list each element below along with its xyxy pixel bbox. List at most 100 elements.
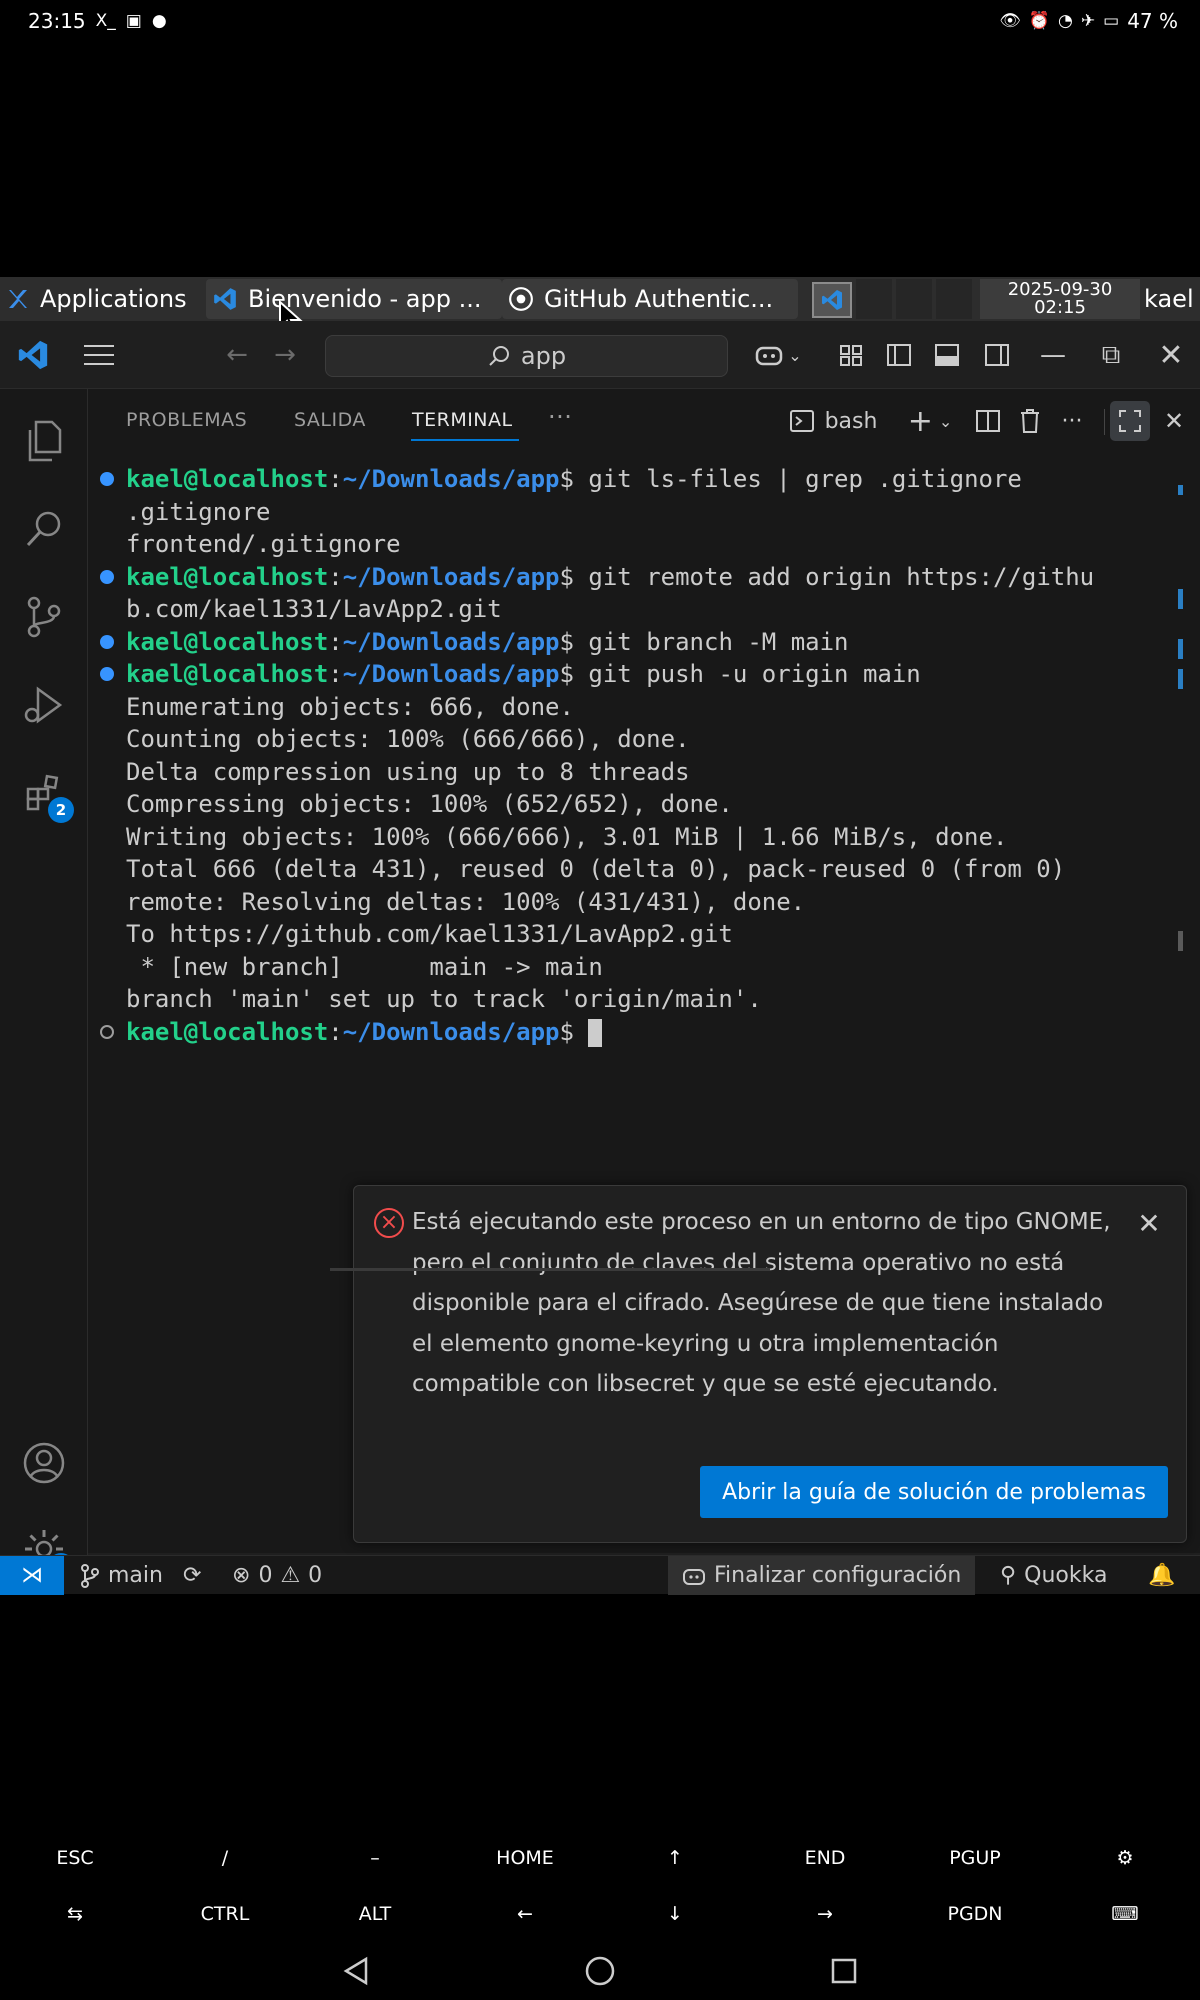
prompt-user: kael@localhost [126,660,329,688]
panel-more-button[interactable]: ··· [548,403,572,431]
extra-key[interactable]: / [150,1830,300,1886]
prompt-separator: : [328,627,343,656]
nav-home-button[interactable] [560,1942,640,2000]
restore-button[interactable]: ⧉ [1096,321,1126,389]
minimize-button[interactable]: — [1038,321,1068,389]
terminal-cursor [588,1018,603,1047]
extra-key[interactable]: HOME [450,1830,600,1886]
terminal-command-line: kael@localhost:~/Downloads/app$ git bran… [126,626,849,658]
workspace-slot[interactable] [896,279,932,319]
arrow-right-icon: → [274,340,296,370]
prompt-dollar: $ [559,1017,574,1046]
close-panel-button[interactable]: ✕ [1154,389,1194,453]
new-terminal-button[interactable]: + ⌄ [900,389,960,453]
command-status-dot[interactable] [100,667,114,681]
vscode-icon [822,290,842,310]
extra-key[interactable]: PGDN [900,1886,1050,1942]
prompt-dollar: $ [559,562,574,591]
desktop-taskbar: Applications Bienvenido - app ... GitHub… [0,277,1200,321]
extra-key[interactable]: PGUP [900,1830,1050,1886]
extra-key[interactable]: ← [450,1886,600,1942]
extensions-button[interactable]: 2 [0,753,88,833]
explorer-button[interactable] [0,401,88,481]
customize-layout-button[interactable] [836,321,866,389]
nav-recents-button[interactable] [804,1942,884,2000]
troubleshoot-guide-button[interactable]: Abrir la guía de solución de problemas [700,1466,1168,1518]
toggle-primary-sidebar-button[interactable] [884,321,914,389]
command-center-search[interactable]: app [325,335,728,377]
extra-key[interactable]: ⌨ [1050,1886,1200,1942]
taskbar-window-github[interactable]: GitHub Authentic... [502,279,798,319]
close-notification-button[interactable]: ✕ [1134,1207,1164,1240]
finalize-setup-button[interactable]: Finalizar configuración [668,1556,976,1595]
extra-key[interactable]: END [750,1830,900,1886]
forward-button[interactable]: → [266,321,304,389]
battery-percent: 47 % [1127,9,1178,33]
remote-indicator[interactable]: ⋊ [0,1556,64,1595]
extra-key[interactable]: ESC [0,1830,150,1886]
extra-key[interactable]: ⚙ [1050,1830,1200,1886]
remote-icon: ⋊ [21,1563,43,1588]
extra-key[interactable]: ↑ [600,1830,750,1886]
tab-terminal[interactable]: TERMINAL [412,409,513,431]
quokka-button[interactable]: ⚲ Quokka [1000,1556,1107,1595]
extra-key[interactable]: ↓ [600,1886,750,1942]
kill-terminal-button[interactable] [1010,389,1050,453]
command-text: git remote add origin https://githu [573,562,1095,591]
horizontal-scrollbar[interactable] [330,1268,770,1271]
bell-icon: 🔔 [1148,1563,1176,1588]
workspace-thumbnail[interactable] [812,282,852,318]
tab-salida[interactable]: SALIDA [294,409,366,431]
workspace-slot[interactable] [856,279,892,319]
panel-header: PROBLEMAS SALIDA TERMINAL ··· bash + ⌄ ·… [88,389,1200,453]
extra-key[interactable]: → [750,1886,900,1942]
command-status-dot[interactable] [100,472,114,486]
ellipsis-icon: ··· [1061,408,1083,434]
menu-button[interactable] [76,321,122,389]
notifications-button[interactable]: 🔔 [1148,1556,1175,1595]
command-status-dot[interactable] [100,634,114,649]
back-button[interactable]: ← [218,321,256,389]
close-window-button[interactable]: ✕ [1156,321,1186,389]
recents-square-icon [831,1958,857,1984]
applications-menu[interactable]: Applications [6,279,206,319]
run-debug-button[interactable] [0,665,88,745]
prompt-status-dot[interactable] [100,1024,114,1039]
split-terminal-button[interactable] [968,389,1008,453]
search-text: app [520,342,567,370]
search-icon [26,511,61,547]
accounts-button[interactable] [0,1423,88,1503]
extra-key[interactable]: ALT [300,1886,450,1942]
prompt-path: ~/Downloads/app [342,465,560,493]
terminal-shell-selector[interactable]: bash [768,389,898,453]
workspace-slot[interactable] [936,279,972,319]
tab-problemas[interactable]: PROBLEMAS [126,409,247,431]
prompt-user: kael@localhost [126,627,329,656]
toggle-panel-button[interactable] [932,321,962,389]
terminal-more-button[interactable]: ··· [1052,389,1092,453]
maximize-panel-button[interactable] [1110,401,1150,441]
copilot-icon [683,1568,705,1585]
run-debug-icon [24,686,63,724]
copilot-button[interactable]: ⌄ [748,321,808,389]
search-button[interactable] [0,489,88,569]
toggle-secondary-sidebar-button[interactable] [982,321,1012,389]
source-control-button[interactable] [0,577,88,657]
command-status-dot[interactable] [100,569,114,584]
extra-key[interactable]: ⇆ [0,1886,150,1942]
terminal-output-line: To https://github.com/kael1331/LavApp2.g… [126,920,733,948]
taskbar-user[interactable]: kael [1144,285,1194,313]
nav-back-button[interactable] [316,1942,396,2000]
taskbar-clock[interactable]: 2025-09-30 02:15 [980,279,1140,319]
extra-key[interactable]: CTRL [150,1886,300,1942]
taskbar-window-vscode[interactable]: Bienvenido - app ... [206,279,502,319]
airplane-icon: ✈ [1080,11,1096,31]
scroll-marker [1178,669,1183,689]
restore-icon: ⧉ [1101,339,1121,370]
github-icon [509,287,533,311]
branch-indicator[interactable]: main ⟳ [80,1556,201,1595]
error-icon: ⊗ [232,1563,251,1588]
clock-time: 02:15 [1034,297,1086,318]
extra-key[interactable]: – [300,1830,450,1886]
problems-indicator[interactable]: ⊗ 0 ⚠ 0 [232,1556,322,1595]
